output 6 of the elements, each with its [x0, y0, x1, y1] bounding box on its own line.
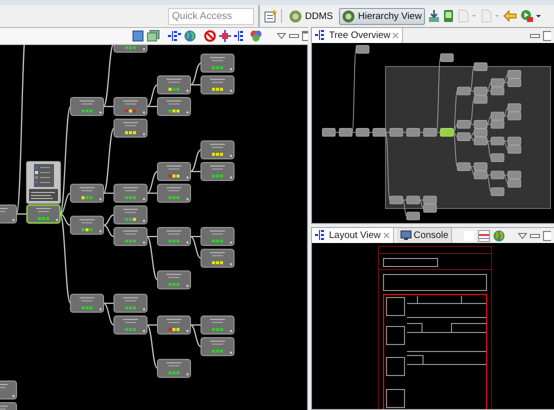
panel-tab[interactable]: Tree Overview: [312, 28, 404, 43]
quick-access-field[interactable]: Quick Access: [168, 8, 254, 24]
perspective-button[interactable]: DDMS: [286, 8, 336, 24]
perspective-button[interactable]: Hierarchy View: [338, 8, 425, 24]
panel-tab[interactable]: Layout View: [312, 228, 394, 243]
panel-tab[interactable]: Console: [396, 228, 452, 243]
